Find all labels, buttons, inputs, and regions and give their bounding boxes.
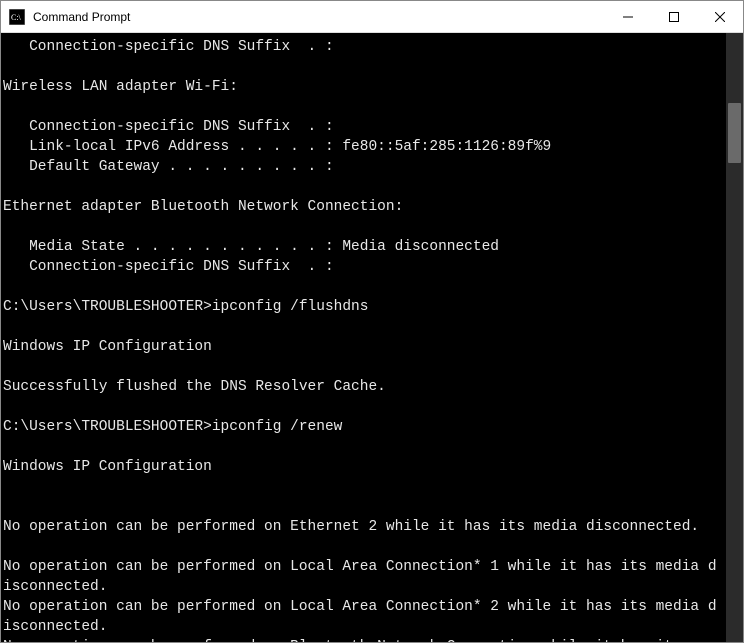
close-button[interactable]: [697, 1, 743, 32]
app-icon: C:\: [9, 9, 25, 25]
minimize-button[interactable]: [605, 1, 651, 32]
maximize-button[interactable]: [651, 1, 697, 32]
vertical-scrollbar[interactable]: [726, 33, 743, 642]
svg-text:C:\: C:\: [11, 13, 22, 22]
terminal-output[interactable]: Connection-specific DNS Suffix . : Wirel…: [1, 33, 726, 642]
client-area: Connection-specific DNS Suffix . : Wirel…: [1, 33, 743, 642]
window-controls: [605, 1, 743, 32]
scrollbar-thumb[interactable]: [728, 103, 741, 163]
window-title: Command Prompt: [33, 10, 605, 24]
titlebar[interactable]: C:\ Command Prompt: [1, 1, 743, 33]
